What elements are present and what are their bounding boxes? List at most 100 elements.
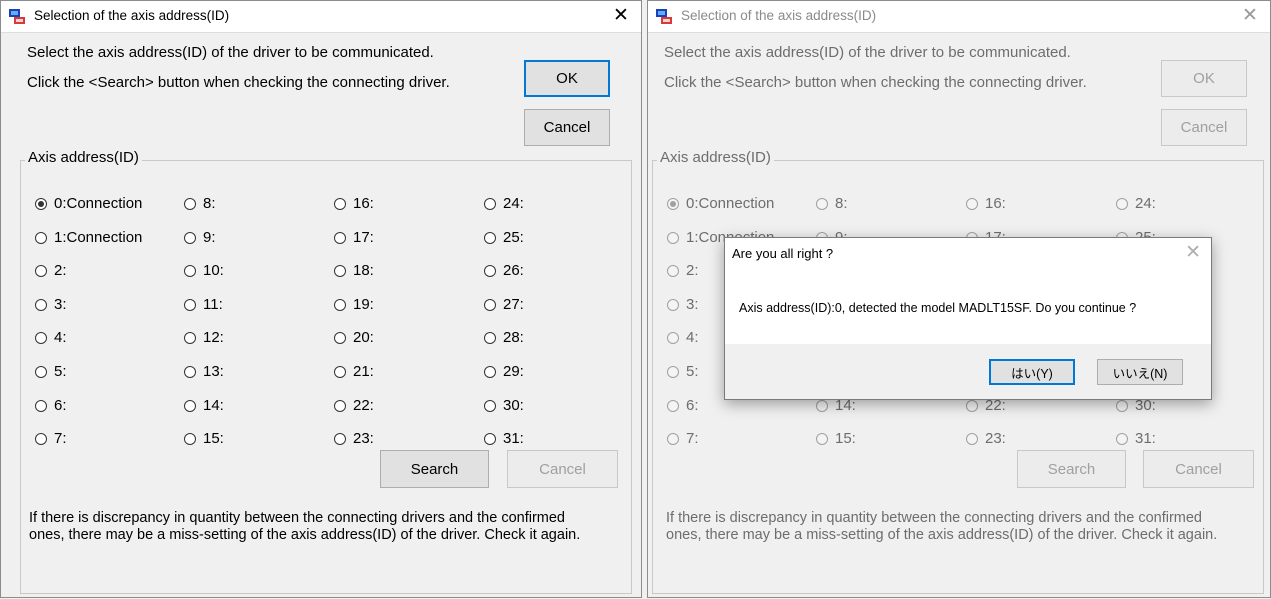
radio-button-icon[interactable] xyxy=(334,197,346,210)
radio-button-icon xyxy=(816,197,828,210)
axis-option-20[interactable]: 20: xyxy=(334,329,374,346)
axis-option-12[interactable]: 12: xyxy=(184,329,224,346)
axis-option-15[interactable]: 15: xyxy=(184,430,224,447)
radio-button-icon[interactable] xyxy=(35,399,47,412)
radio-button-icon[interactable] xyxy=(184,365,196,378)
app-icon xyxy=(656,8,673,25)
search-cancel-button: Cancel xyxy=(507,450,618,488)
axis-option-26[interactable]: 26: xyxy=(484,262,524,279)
radio-button-icon[interactable] xyxy=(334,264,346,277)
radio-button-icon[interactable] xyxy=(35,298,47,311)
radio-button-icon[interactable] xyxy=(484,264,496,277)
axis-option-13[interactable]: 13: xyxy=(184,363,224,380)
radio-button-icon[interactable] xyxy=(484,365,496,378)
axis-option-label: 4: xyxy=(686,329,699,346)
radio-button-icon[interactable] xyxy=(35,432,47,445)
radio-button-icon[interactable] xyxy=(35,197,47,210)
radio-button-icon[interactable] xyxy=(35,231,47,244)
radio-button-icon[interactable] xyxy=(184,399,196,412)
radio-button-icon[interactable] xyxy=(184,231,196,244)
axis-option-5[interactable]: 5: xyxy=(35,363,67,380)
radio-button-icon[interactable] xyxy=(484,331,496,344)
axis-option-23[interactable]: 23: xyxy=(334,430,374,447)
yes-button[interactable]: はい(Y) xyxy=(989,359,1075,385)
radio-button-icon[interactable] xyxy=(484,432,496,445)
axis-option-label: 23: xyxy=(353,430,374,447)
axis-option-label: 15: xyxy=(203,430,224,447)
close-icon: ✕ xyxy=(1242,5,1258,26)
axis-option-3[interactable]: 3: xyxy=(35,296,67,313)
no-button[interactable]: いいえ(N) xyxy=(1097,359,1183,385)
axis-option-label: 24: xyxy=(1135,195,1156,212)
radio-button-icon[interactable] xyxy=(35,331,47,344)
axis-option-31[interactable]: 31: xyxy=(484,430,524,447)
axis-option-27[interactable]: 27: xyxy=(484,296,524,313)
radio-button-icon[interactable] xyxy=(184,298,196,311)
axis-option-28[interactable]: 28: xyxy=(484,329,524,346)
axis-option-label: 16: xyxy=(985,195,1006,212)
radio-button-icon[interactable] xyxy=(484,231,496,244)
axis-option-8[interactable]: 8: xyxy=(184,195,216,212)
radio-button-icon[interactable] xyxy=(334,399,346,412)
instruction-line-1: Select the axis address(ID) of the drive… xyxy=(27,44,434,61)
radio-button-icon xyxy=(667,432,679,445)
axis-option-label: 24: xyxy=(503,195,524,212)
axis-option-31: 31: xyxy=(1116,430,1156,447)
radio-button-icon[interactable] xyxy=(35,264,47,277)
axis-option-4[interactable]: 4: xyxy=(35,329,67,346)
radio-button-icon xyxy=(667,197,679,210)
ok-button[interactable]: OK xyxy=(524,60,610,97)
cancel-button[interactable]: Cancel xyxy=(524,109,610,146)
axis-option-label: 17: xyxy=(353,229,374,246)
search-cancel-button: Cancel xyxy=(1143,450,1254,488)
search-button[interactable]: Search xyxy=(380,450,489,488)
axis-option-label: 4: xyxy=(54,329,67,346)
radio-button-icon[interactable] xyxy=(35,365,47,378)
radio-button-icon[interactable] xyxy=(484,298,496,311)
radio-button-icon[interactable] xyxy=(184,197,196,210)
radio-button-icon[interactable] xyxy=(334,331,346,344)
radio-button-icon[interactable] xyxy=(334,432,346,445)
axis-option-7[interactable]: 7: xyxy=(35,430,67,447)
axis-option-label: 7: xyxy=(54,430,67,447)
axis-option-19[interactable]: 19: xyxy=(334,296,374,313)
close-icon[interactable]: ✕ xyxy=(1185,241,1201,264)
axis-option-21[interactable]: 21: xyxy=(334,363,374,380)
radio-button-icon xyxy=(966,197,978,210)
radio-button-icon xyxy=(816,399,828,412)
radio-button-icon[interactable] xyxy=(184,432,196,445)
axis-option-25[interactable]: 25: xyxy=(484,229,524,246)
axis-option-22[interactable]: 22: xyxy=(334,397,374,414)
axis-option-6[interactable]: 6: xyxy=(35,397,67,414)
close-icon[interactable]: ✕ xyxy=(601,1,641,32)
axis-option-9[interactable]: 9: xyxy=(184,229,216,246)
radio-button-icon xyxy=(667,399,679,412)
axis-option-0[interactable]: 0:Connection xyxy=(35,195,142,212)
radio-button-icon[interactable] xyxy=(484,197,496,210)
radio-button-icon[interactable] xyxy=(334,298,346,311)
radio-button-icon[interactable] xyxy=(184,331,196,344)
radio-button-icon[interactable] xyxy=(484,399,496,412)
axis-option-16[interactable]: 16: xyxy=(334,195,374,212)
radio-button-icon[interactable] xyxy=(184,264,196,277)
axis-option-2[interactable]: 2: xyxy=(35,262,67,279)
axis-option-10[interactable]: 10: xyxy=(184,262,224,279)
axis-option-24[interactable]: 24: xyxy=(484,195,524,212)
axis-option-30[interactable]: 30: xyxy=(484,397,524,414)
group-title: Axis address(ID) xyxy=(657,149,774,166)
axis-option-4: 4: xyxy=(667,329,699,346)
axis-option-18[interactable]: 18: xyxy=(334,262,374,279)
axis-option-label: 31: xyxy=(503,430,524,447)
axis-option-11[interactable]: 11: xyxy=(184,296,223,313)
radio-button-icon[interactable] xyxy=(334,365,346,378)
axis-option-label: 8: xyxy=(203,195,216,212)
title-bar[interactable]: Selection of the axis address(ID) ✕ xyxy=(1,1,641,33)
axis-option-label: 19: xyxy=(353,296,374,313)
axis-option-29[interactable]: 29: xyxy=(484,363,524,380)
radio-button-icon[interactable] xyxy=(334,231,346,244)
axis-option-17[interactable]: 17: xyxy=(334,229,374,246)
axis-option-1[interactable]: 1:Connection xyxy=(35,229,142,246)
axis-option-8: 8: xyxy=(816,195,848,212)
title-bar-inactive[interactable]: Selection of the axis address(ID) ✕ xyxy=(648,1,1270,33)
axis-option-14[interactable]: 14: xyxy=(184,397,224,414)
